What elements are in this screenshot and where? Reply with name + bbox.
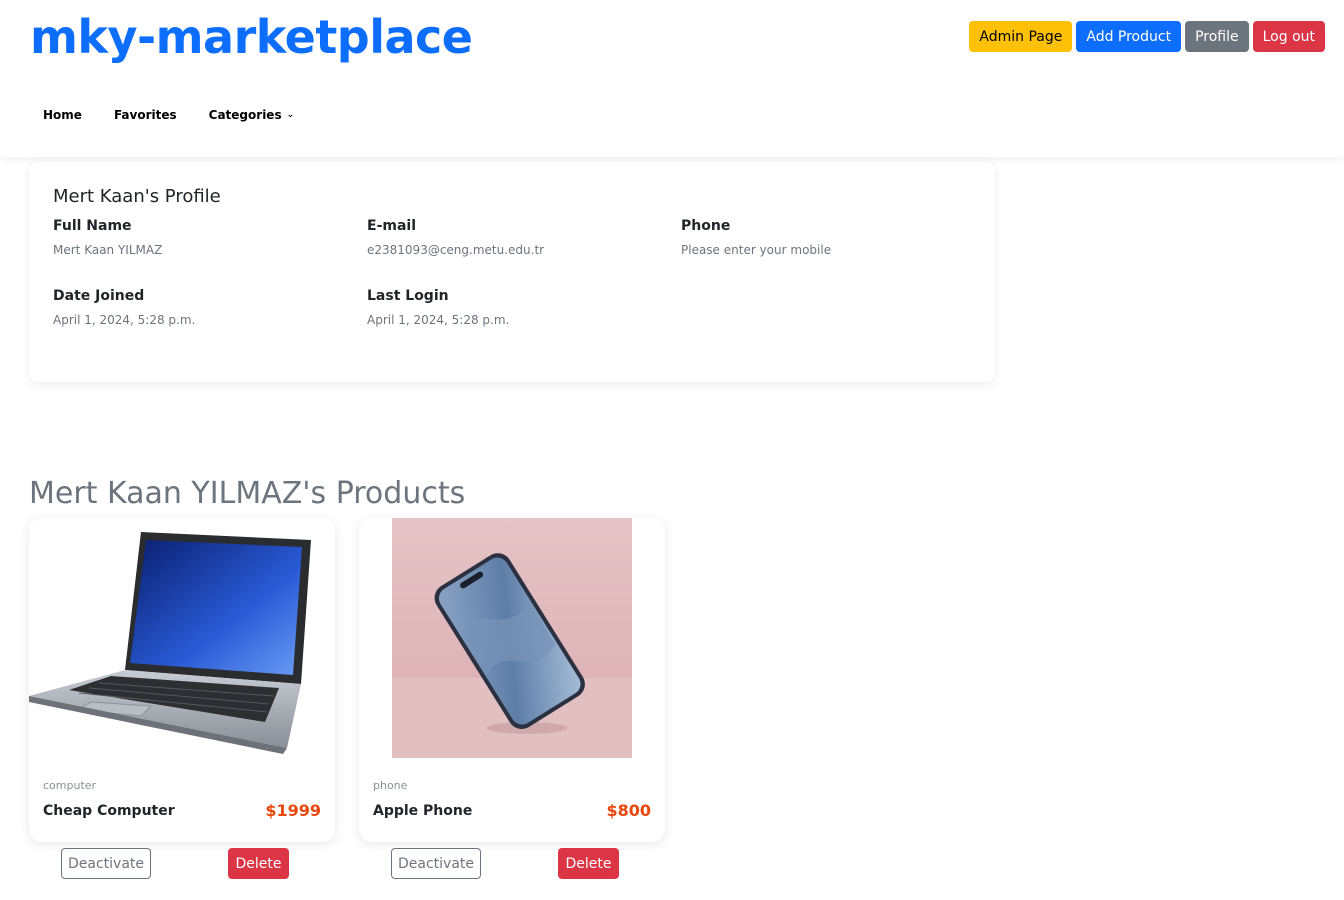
profile-card: Mert Kaan's Profile Full Name Mert Kaan …	[29, 162, 995, 382]
date-joined-label: Date Joined	[53, 288, 145, 304]
profile-title: Mert Kaan's Profile	[53, 186, 221, 207]
full-name-value: Mert Kaan YILMAZ	[53, 243, 163, 257]
site-header: mky-marketplace Admin Page Add Product P…	[0, 0, 1344, 157]
main-nav: Home Favorites Categories ⌄	[43, 108, 326, 122]
date-joined-value: April 1, 2024, 5:28 p.m.	[53, 313, 196, 327]
full-name-field: Full Name Mert Kaan YILMAZ	[53, 218, 353, 257]
email-label: E-mail	[367, 218, 417, 234]
product-name[interactable]: Cheap Computer	[43, 803, 175, 819]
last-login-label: Last Login	[367, 288, 449, 304]
last-login-value: April 1, 2024, 5:28 p.m.	[367, 313, 510, 327]
profile-button[interactable]: Profile	[1185, 21, 1249, 52]
admin-page-button[interactable]: Admin Page	[969, 21, 1073, 52]
phone-label: Phone	[681, 218, 731, 234]
phone-image	[392, 518, 632, 758]
email-value: e2381093@ceng.metu.edu.tr	[367, 243, 545, 257]
delete-button[interactable]: Delete	[558, 848, 619, 879]
nav-categories-label: Categories	[208, 108, 282, 122]
logout-button[interactable]: Log out	[1252, 21, 1325, 52]
product-card[interactable]: phone Apple Phone $800	[359, 518, 665, 842]
nav-categories-dropdown[interactable]: Categories ⌄	[209, 108, 294, 122]
phone-field: Phone Please enter your mobile	[681, 218, 981, 257]
nav-home[interactable]: Home	[43, 108, 82, 122]
laptop-image	[29, 532, 311, 754]
deactivate-button[interactable]: Deactivate	[391, 848, 481, 879]
nav-favorites[interactable]: Favorites	[114, 108, 177, 122]
email-field: E-mail e2381093@ceng.metu.edu.tr	[367, 218, 667, 257]
last-login-field: Last Login April 1, 2024, 5:28 p.m.	[367, 288, 667, 327]
product-price: $800	[606, 801, 651, 820]
products-heading: Mert Kaan YILMAZ's Products	[29, 476, 466, 511]
product-price: $1999	[265, 801, 321, 820]
product-category: computer	[43, 779, 97, 792]
product-category: phone	[373, 779, 408, 792]
phone-value: Please enter your mobile	[681, 243, 832, 257]
deactivate-button[interactable]: Deactivate	[61, 848, 151, 879]
header-actions: Admin Page Add Product Profile Log out	[969, 21, 1325, 52]
product-name[interactable]: Apple Phone	[373, 803, 472, 819]
chevron-down-icon: ⌄	[286, 110, 295, 120]
full-name-label: Full Name	[53, 218, 132, 234]
delete-button[interactable]: Delete	[228, 848, 289, 879]
date-joined-field: Date Joined April 1, 2024, 5:28 p.m.	[53, 288, 353, 327]
brand-logo[interactable]: mky-marketplace	[30, 10, 473, 64]
add-product-button[interactable]: Add Product	[1076, 21, 1182, 52]
product-card[interactable]: computer Cheap Computer $1999	[29, 518, 335, 842]
